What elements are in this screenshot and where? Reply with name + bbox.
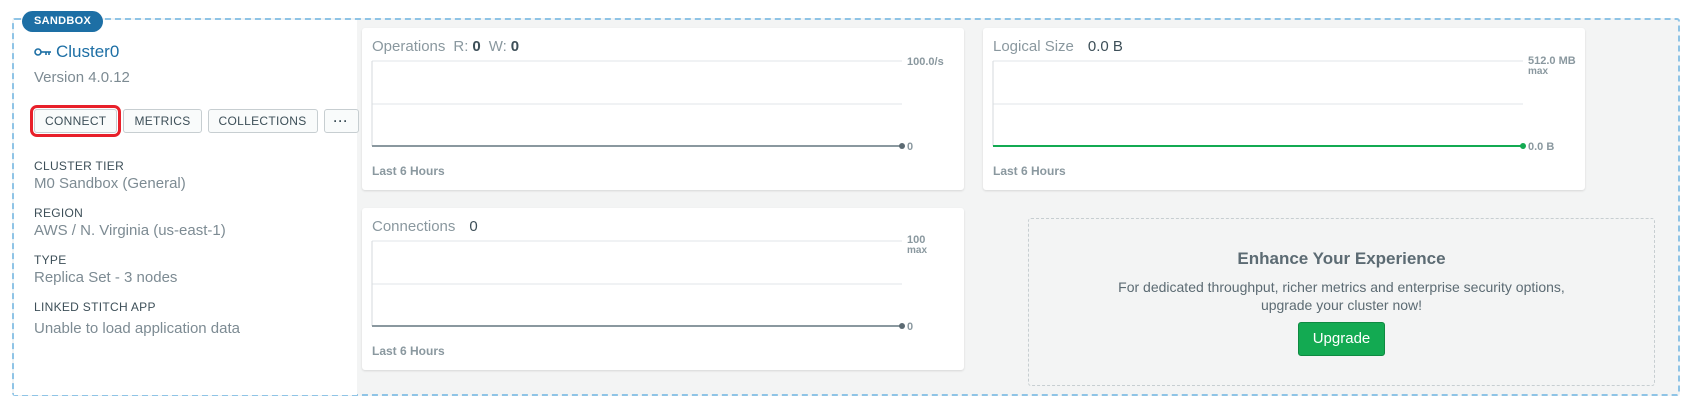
cluster-actions: CONNECT METRICS COLLECTIONS ··· bbox=[29, 105, 365, 137]
promo-line-1: For dedicated throughput, richer metrics… bbox=[1118, 279, 1565, 295]
region-value: AWS / N. Virginia (us-east-1) bbox=[34, 222, 226, 239]
logical-size-value: 0.0 B bbox=[1087, 38, 1123, 55]
cluster-name-link[interactable]: Cluster0 bbox=[56, 42, 119, 62]
cluster-version: Version 4.0.12 bbox=[34, 69, 130, 86]
reads-label: R: bbox=[453, 38, 469, 55]
region-label: REGION bbox=[34, 206, 84, 220]
reads-value: 0 bbox=[472, 38, 481, 55]
more-options-button[interactable]: ··· bbox=[323, 109, 359, 133]
connections-min-label: 0 bbox=[907, 321, 913, 333]
connections-title: Connections 0 bbox=[372, 218, 478, 235]
linked-stitch-app-value: Unable to load application data bbox=[34, 320, 240, 337]
cluster-info-panel: Cluster0 Version 4.0.12 CONNECT METRICS … bbox=[14, 20, 359, 395]
logical-size-min-label: 0.0 B bbox=[1528, 141, 1554, 153]
operations-chart[interactable]: 100.0/s 0 Operations R: 0 W: 0 Last 6 Hours bbox=[362, 28, 964, 190]
cluster-tier-value: M0 Sandbox (General) bbox=[34, 175, 186, 192]
sandbox-tag: SANDBOX bbox=[22, 11, 104, 32]
connect-button[interactable]: CONNECT bbox=[29, 105, 122, 137]
upgrade-promo: Enhance Your Experience For dedicated th… bbox=[1028, 218, 1655, 386]
metrics-button[interactable]: METRICS bbox=[123, 109, 202, 133]
upgrade-button[interactable]: Upgrade bbox=[1297, 322, 1386, 356]
cluster-tier-label: CLUSTER TIER bbox=[34, 159, 125, 173]
promo-text: For dedicated throughput, richer metrics… bbox=[1029, 278, 1654, 314]
cluster-title[interactable]: Cluster0 bbox=[34, 42, 119, 62]
logical-size-timeframe: Last 6 Hours bbox=[993, 164, 1066, 178]
connections-max-sub: max bbox=[907, 245, 927, 256]
connections-value: 0 bbox=[469, 218, 478, 235]
connections-timeframe: Last 6 Hours bbox=[372, 344, 445, 358]
writes-value: 0 bbox=[510, 38, 520, 55]
logical-size-title: Logical Size 0.0 B bbox=[993, 38, 1123, 55]
collections-button[interactable]: COLLECTIONS bbox=[207, 109, 318, 133]
linked-stitch-app-label: LINKED STITCH APP bbox=[34, 300, 156, 314]
type-label: TYPE bbox=[34, 253, 67, 267]
connections-series-endpoint bbox=[899, 323, 905, 329]
operations-series-endpoint bbox=[899, 143, 905, 149]
writes-label: W: bbox=[488, 38, 507, 55]
connections-title-text: Connections bbox=[372, 218, 456, 235]
promo-line-2: upgrade your cluster now! bbox=[1260, 297, 1423, 313]
operations-min-label: 0 bbox=[907, 141, 913, 153]
logical-size-max-sub: max bbox=[1528, 66, 1548, 77]
key-icon bbox=[34, 48, 51, 56]
logical-size-series-endpoint bbox=[1520, 143, 1526, 149]
logical-size-chart[interactable]: 512.0 MB max 0.0 B Logical Size 0.0 B Las… bbox=[983, 28, 1585, 190]
logical-size-title-text: Logical Size bbox=[993, 38, 1074, 55]
operations-timeframe: Last 6 Hours bbox=[372, 164, 445, 178]
operations-title: Operations R: 0 W: 0 bbox=[372, 38, 519, 55]
promo-title: Enhance Your Experience bbox=[1237, 249, 1446, 268]
type-value: Replica Set - 3 nodes bbox=[34, 269, 178, 286]
operations-title-text: Operations bbox=[372, 38, 446, 55]
operations-max-label: 100.0/s bbox=[907, 56, 944, 68]
connections-chart[interactable]: 100 max 0 Connections 0 Last 6 Hours bbox=[362, 208, 964, 370]
